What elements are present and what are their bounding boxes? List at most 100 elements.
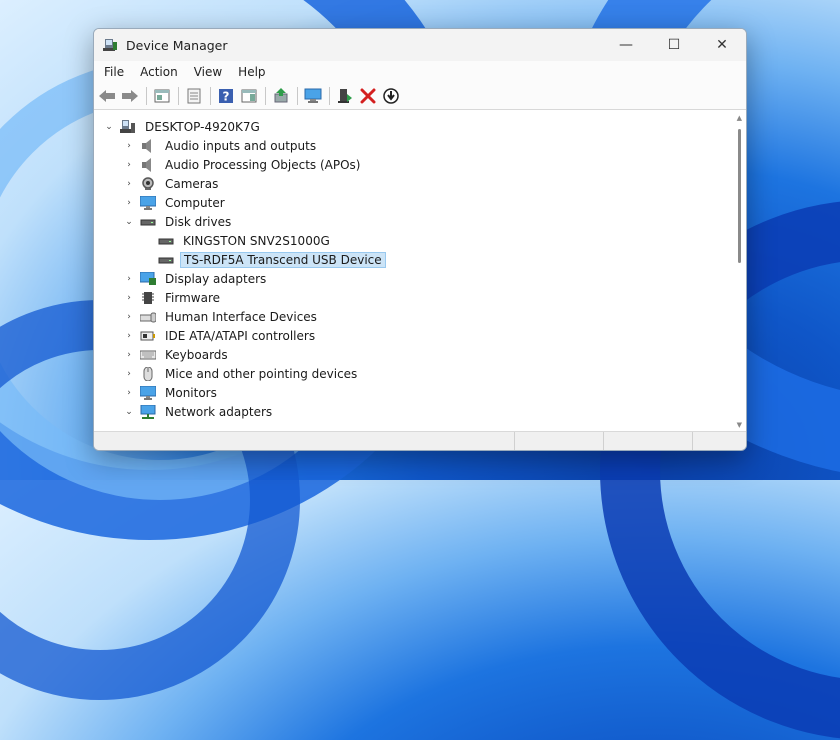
tree-item-label: Audio inputs and outputs [165, 138, 317, 153]
action-pane-icon[interactable] [238, 85, 260, 107]
computer-icon [120, 119, 136, 134]
scroll-up-arrow-icon[interactable]: ▲ [737, 114, 742, 122]
tree-item-human-interface-devices[interactable]: › Human Interface Devices [94, 307, 726, 326]
chevron-right-icon[interactable]: › [122, 348, 136, 362]
monitor-icon [140, 195, 156, 210]
tree-item-label: Keyboards [165, 347, 228, 362]
device-manager-app-icon [102, 37, 118, 53]
tree-item-label: Disk drives [165, 214, 232, 229]
drive-icon [158, 253, 174, 267]
toolbar-separator [210, 87, 211, 105]
chevron-right-icon[interactable]: › [122, 139, 136, 153]
tree-item-label: Monitors [165, 385, 217, 400]
chevron-down-icon[interactable]: ⌄ [122, 405, 136, 419]
menu-bar: File Action View Help [94, 61, 746, 83]
speaker-icon [140, 138, 156, 153]
keyboard-icon [140, 348, 156, 362]
firmware-icon [140, 291, 156, 305]
tree-item-label: Human Interface Devices [165, 309, 317, 324]
mouse-icon [140, 366, 156, 381]
enable-device-icon[interactable] [334, 85, 356, 107]
toolbar-separator [178, 87, 179, 105]
tree-item-cameras[interactable]: › Cameras [94, 174, 726, 193]
tree-item-audio-processing-objects[interactable]: › Audio Processing Objects (APOs) [94, 155, 726, 174]
menu-action[interactable]: Action [132, 61, 186, 83]
close-button[interactable]: ✕ [698, 29, 746, 61]
chevron-right-icon[interactable]: › [122, 329, 136, 343]
chevron-right-icon[interactable]: › [122, 367, 136, 381]
back-arrow-icon[interactable] [96, 85, 118, 107]
tree-item-kingston-drive[interactable]: KINGSTON SNV2S1000G [94, 231, 726, 250]
toolbar-separator [146, 87, 147, 105]
tree-item-mice[interactable]: › Mice and other pointing devices [94, 364, 726, 383]
tree-item-label: Mice and other pointing devices [165, 366, 358, 381]
tree-item-network-adapters[interactable]: ⌄ Network adapters [94, 402, 726, 421]
tree-item-firmware[interactable]: › Firmware [94, 288, 726, 307]
status-bar [94, 431, 746, 450]
chevron-down-icon[interactable]: ⌄ [122, 215, 136, 229]
tree-item-label: IDE ATA/ATAPI controllers [165, 328, 316, 343]
toolbar-separator [297, 87, 298, 105]
toolbar-separator [329, 87, 330, 105]
tree-item-keyboards[interactable]: › Keyboards [94, 345, 726, 364]
scan-hardware-icon[interactable] [302, 85, 324, 107]
tree-item-label: Network adapters [165, 404, 273, 419]
camera-icon [140, 176, 156, 191]
display-adapter-icon [140, 271, 156, 286]
chevron-right-icon[interactable]: › [122, 291, 136, 305]
drive-icon [140, 215, 156, 229]
tree-root-label: DESKTOP-4920K7G [145, 119, 260, 134]
tree-item-label: TS-RDF5A Transcend USB Device [180, 251, 386, 268]
chevron-right-icon[interactable]: › [122, 310, 136, 324]
tree-item-label: Firmware [165, 290, 220, 305]
menu-view[interactable]: View [186, 61, 230, 83]
device-manager-window: Device Manager — ☐ ✕ File Action View He… [93, 28, 747, 451]
tree-item-monitors[interactable]: › Monitors [94, 383, 726, 402]
chevron-right-icon[interactable]: › [122, 272, 136, 286]
menu-help[interactable]: Help [230, 61, 273, 83]
title-bar[interactable]: Device Manager — ☐ ✕ [94, 29, 746, 61]
window-title: Device Manager [126, 37, 228, 53]
chevron-right-icon[interactable]: › [122, 386, 136, 400]
toolbar: ? [94, 83, 746, 110]
view-list-icon[interactable] [183, 85, 205, 107]
speaker-icon [140, 157, 156, 172]
update-driver-icon[interactable] [270, 85, 292, 107]
tree-item-label: Audio Processing Objects (APOs) [165, 157, 361, 172]
status-bar-segment [604, 432, 693, 450]
scrollbar-thumb[interactable] [738, 129, 741, 263]
vertical-scrollbar[interactable]: ▲ ▼ [729, 111, 746, 432]
chevron-right-icon[interactable]: › [122, 196, 136, 210]
svg-text:?: ? [223, 90, 230, 104]
chevron-right-icon[interactable]: › [122, 158, 136, 172]
tree-item-transcend-usb-device[interactable]: TS-RDF5A Transcend USB Device [94, 250, 726, 269]
tree-item-label: Cameras [165, 176, 219, 191]
tree-item-display-adapters[interactable]: › Display adapters [94, 269, 726, 288]
chevron-right-icon[interactable]: › [122, 177, 136, 191]
scroll-down-arrow-icon[interactable]: ▼ [737, 421, 742, 429]
drive-icon [158, 234, 174, 248]
network-adapter-icon [140, 404, 156, 419]
tree-item-disk-drives[interactable]: ⌄ Disk drives [94, 212, 726, 231]
tree-item-ide-ata-atapi-controllers[interactable]: › IDE ATA/ATAPI controllers [94, 326, 726, 345]
tree-item-label: KINGSTON SNV2S1000G [183, 233, 330, 248]
toolbar-separator [265, 87, 266, 105]
download-driver-icon[interactable] [380, 85, 402, 107]
status-bar-segment [515, 432, 604, 450]
minimize-button[interactable]: — [602, 29, 650, 61]
tree-item-label: Computer [165, 195, 225, 210]
properties-pane-icon[interactable] [151, 85, 173, 107]
chevron-down-icon[interactable]: ⌄ [102, 120, 116, 134]
help-icon[interactable]: ? [215, 85, 237, 107]
menu-file[interactable]: File [96, 61, 132, 83]
maximize-button[interactable]: ☐ [650, 29, 698, 61]
tree-root[interactable]: ⌄ DESKTOP-4920K7G [94, 117, 726, 136]
tree-item-label: Display adapters [165, 271, 267, 286]
forward-arrow-icon[interactable] [119, 85, 141, 107]
ide-controller-icon [140, 329, 156, 343]
hid-icon [140, 310, 156, 324]
tree-item-audio-inputs[interactable]: › Audio inputs and outputs [94, 136, 726, 155]
uninstall-device-icon[interactable] [357, 85, 379, 107]
status-bar-segment [94, 432, 515, 450]
tree-item-computer[interactable]: › Computer [94, 193, 726, 212]
